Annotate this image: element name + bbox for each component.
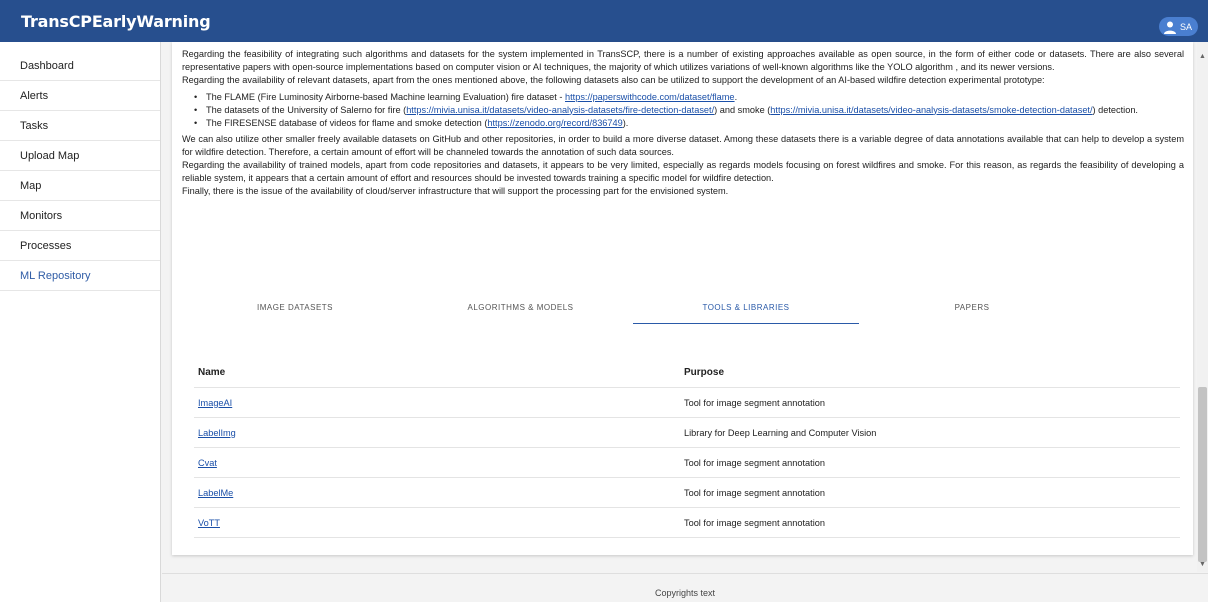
tab-algorithms-models[interactable]: ALGORITHMS & MODELS: [408, 302, 633, 324]
fire-dataset-link[interactable]: https://mivia.unisa.it/datasets/video-an…: [406, 105, 714, 115]
tool-link-imageai[interactable]: ImageAI: [198, 398, 232, 408]
list-item: The FLAME (Fire Luminosity Airborne-base…: [194, 91, 1184, 104]
person-icon: [1164, 21, 1176, 34]
table-cell-purpose: Tool for image segment annotation: [684, 487, 825, 498]
paragraph-feasibility: Regarding the feasibility of integrating…: [182, 49, 1184, 72]
tab-image-datasets[interactable]: IMAGE DATASETS: [182, 302, 408, 324]
scrollbar-thumb[interactable]: [1198, 387, 1207, 562]
user-initials: SA: [1180, 21, 1193, 32]
app-title[interactable]: TransCPEarlyWarning: [21, 12, 211, 31]
flame-dataset-link[interactable]: https://paperswithcode.com/dataset/flame: [565, 92, 735, 102]
vertical-scrollbar[interactable]: ▲ ▼: [1197, 42, 1208, 572]
sidebar-item-tasks[interactable]: Tasks: [0, 111, 160, 141]
ml-repository-description: Regarding the feasibility of integrating…: [182, 48, 1184, 198]
scroll-down-arrow-icon[interactable]: ▼: [1199, 561, 1206, 568]
table-cell-purpose: Tool for image segment annotation: [684, 397, 825, 408]
sidebar-item-ml-repository[interactable]: ML Repository: [0, 261, 160, 291]
sidebar-item-upload-map[interactable]: Upload Map: [0, 141, 160, 171]
table-cell-purpose: Tool for image segment annotation: [684, 457, 825, 468]
tool-link-labelme[interactable]: LabelMe: [198, 488, 233, 498]
tools-table: Name Purpose ImageAI Tool for image segm…: [194, 358, 1180, 538]
smoke-dataset-link[interactable]: https://mivia.unisa.it/datasets/video-an…: [770, 105, 1092, 115]
sidebar-item-alerts[interactable]: Alerts: [0, 81, 160, 111]
paragraph-datasets-intro: Regarding the availability of relevant d…: [182, 74, 1045, 85]
sidebar-item-processes[interactable]: Processes: [0, 231, 160, 261]
paragraph-other-datasets: We can also utilize other smaller freely…: [182, 134, 1184, 158]
table-cell-purpose: Library for Deep Learning and Computer V…: [684, 427, 877, 438]
list-item: The datasets of the University of Salern…: [194, 104, 1184, 117]
table-row: VoTT Tool for image segment annotation: [194, 508, 1180, 538]
column-header-name: Name: [198, 367, 226, 378]
repository-tabs: IMAGE DATASETS ALGORITHMS & MODELS TOOLS…: [182, 302, 1184, 324]
sidebar-item-dashboard[interactable]: Dashboard: [0, 51, 160, 81]
list-item: The FIRESENSE database of videos for fla…: [194, 117, 1184, 130]
table-cell-purpose: Tool for image segment annotation: [684, 517, 825, 528]
table-row: LabelMe Tool for image segment annotatio…: [194, 478, 1180, 508]
paragraph-trained-models: Regarding the availability of trained mo…: [182, 160, 1184, 184]
top-app-bar: TransCPEarlyWarning SA: [0, 0, 1208, 42]
tab-papers[interactable]: PAPERS: [859, 302, 1085, 324]
tool-link-cvat[interactable]: Cvat: [198, 458, 217, 468]
tab-tools-libraries[interactable]: TOOLS & LIBRARIES: [633, 302, 859, 324]
sidebar-item-monitors[interactable]: Monitors: [0, 201, 160, 231]
paragraph-infrastructure: Finally, there is the issue of the avail…: [182, 186, 729, 197]
user-avatar-button[interactable]: SA: [1159, 17, 1198, 36]
copyright-text: Copyrights text: [654, 588, 716, 598]
tool-link-vott[interactable]: VoTT: [198, 518, 220, 528]
dataset-list: The FLAME (Fire Luminosity Airborne-base…: [194, 91, 1184, 130]
sidebar-nav-list: Dashboard Alerts Tasks Upload Map Map Mo…: [0, 51, 160, 291]
page-footer: Copyrights text: [162, 573, 1208, 602]
table-row: ImageAI Tool for image segment annotatio…: [194, 388, 1180, 418]
sidebar-item-map[interactable]: Map: [0, 171, 160, 201]
ml-repository-panel: Regarding the feasibility of integrating…: [172, 42, 1193, 555]
table-header: Name Purpose: [194, 358, 1180, 388]
firesense-dataset-link[interactable]: https://zenodo.org/record/836749: [487, 118, 622, 128]
table-row: Cvat Tool for image segment annotation: [194, 448, 1180, 478]
tool-link-labelimg[interactable]: LabelImg: [198, 428, 236, 438]
column-header-purpose: Purpose: [684, 367, 725, 378]
sidebar: Dashboard Alerts Tasks Upload Map Map Mo…: [0, 42, 161, 602]
table-row: LabelImg Library for Deep Learning and C…: [194, 418, 1180, 448]
scroll-up-arrow-icon[interactable]: ▲: [1199, 53, 1206, 60]
